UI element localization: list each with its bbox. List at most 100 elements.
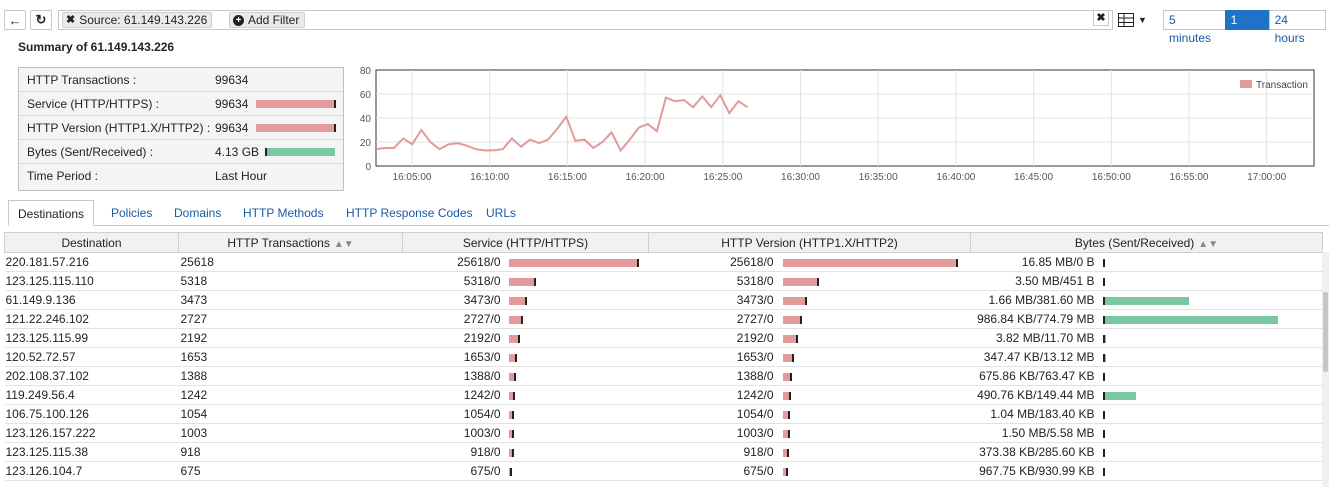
column-header-http-version[interactable]: HTTP Version (HTTP1.X/HTTP2) <box>648 232 971 253</box>
filter-chip[interactable]: ✖ Source: 61.149.143.226 <box>62 12 213 28</box>
cell-http-transactions: 918 <box>178 442 403 462</box>
time-range-1hour[interactable]: 1 hour <box>1224 10 1270 45</box>
refresh-button[interactable]: ↻ <box>30 10 52 30</box>
version-bar <box>782 258 958 267</box>
toolbar: ← ↻ ✖ Source: 61.149.143.226 + Add Filte… <box>4 6 1326 45</box>
summary-title: Summary of 61.149.143.226 <box>18 40 175 54</box>
cell-bytes: 347.47 KB/13.12 MB <box>970 347 1323 367</box>
sort-icon[interactable]: ▲▼ <box>334 239 354 250</box>
cell-service: 918/0 <box>402 442 649 462</box>
table-row[interactable]: 121.22.246.102 2727 2727/0 2727/0 986.84 KB/… <box>4 309 1323 329</box>
cell-http-transactions: 1653 <box>178 347 403 367</box>
x-tick-label: 16:05:00 <box>393 172 432 183</box>
cell-http-transactions: 3473 <box>178 290 403 310</box>
cell-destination[interactable]: 202.108.37.102 <box>4 366 179 386</box>
summary-label: HTTP Transactions : <box>27 73 137 87</box>
cell-bytes: 1.66 MB/381.60 MB <box>970 290 1323 310</box>
tab-policies[interactable]: Policies <box>102 200 161 226</box>
cell-service: 25618/0 <box>402 252 649 272</box>
service-value: 25618/0 <box>457 255 501 269</box>
service-value: 1388/0 <box>463 369 501 383</box>
cell-bytes: 675.86 KB/763.47 KB <box>970 366 1323 386</box>
bytes-bar <box>1102 353 1106 362</box>
table-row[interactable]: 220.181.57.216 25618 25618/0 25618/0 16.85 M… <box>4 252 1323 272</box>
summary-value: 99634 <box>215 97 249 111</box>
bytes-value: 1.66 MB/381.60 MB <box>988 293 1095 307</box>
sort-icon[interactable]: ▲▼ <box>1198 239 1218 250</box>
column-header-bytes[interactable]: Bytes (Sent/Received) ▲▼ <box>970 232 1323 253</box>
bytes-value: 1.04 MB/183.40 KB <box>990 407 1095 421</box>
column-header-destination[interactable]: Destination <box>4 232 179 253</box>
cell-destination[interactable]: 220.181.57.216 <box>4 252 179 272</box>
table-row[interactable]: 123.125.115.110 5318 5318/0 5318/0 3.50 MB/4… <box>4 271 1323 291</box>
service-bar <box>508 391 515 400</box>
cell-http-transactions: 1003 <box>178 423 403 443</box>
legend-swatch <box>1240 80 1252 88</box>
scrollbar[interactable] <box>1322 252 1329 487</box>
table-row[interactable]: 123.126.157.222 1003 1003/0 1003/0 1.50 MB/5… <box>4 423 1323 443</box>
table-row[interactable]: 123.125.115.38 918 918/0 918/0 373.38 KB/285… <box>4 442 1323 462</box>
cell-destination[interactable]: 120.52.72.57 <box>4 347 179 367</box>
table-header-row: Destination HTTP Transactions ▲▼ Service … <box>4 232 1323 253</box>
bytes-value: 3.50 MB/451 B <box>1015 274 1095 288</box>
time-range-24hours[interactable]: 24 hours <box>1268 10 1326 45</box>
add-filter-button[interactable]: + Add Filter <box>229 12 306 28</box>
cell-http-transactions: 25618 <box>178 252 403 272</box>
y-tick-label: 80 <box>360 66 372 77</box>
cell-destination[interactable]: 123.125.115.38 <box>4 442 179 462</box>
cell-destination[interactable]: 123.126.157.222 <box>4 423 179 443</box>
x-tick-label: 16:40:00 <box>936 172 975 183</box>
cell-destination[interactable]: 119.249.56.4 <box>4 385 179 405</box>
bytes-bar <box>1102 448 1105 457</box>
cell-destination[interactable]: 121.22.246.102 <box>4 309 179 329</box>
tab-urls[interactable]: URLs <box>477 200 525 226</box>
x-tick-label: 17:00:00 <box>1247 172 1286 183</box>
cell-destination[interactable]: 123.125.115.99 <box>4 328 179 348</box>
table-row[interactable]: 61.149.9.136 3473 3473/0 3473/0 1.66 MB/381.… <box>4 290 1323 310</box>
cell-service: 2727/0 <box>402 309 649 329</box>
table-row[interactable]: 123.125.115.99 2192 2192/0 2192/0 3.82 MB/11… <box>4 328 1323 348</box>
column-header-http-transactions[interactable]: HTTP Transactions ▲▼ <box>178 232 403 253</box>
cell-service: 5318/0 <box>402 271 649 291</box>
table-row[interactable]: 202.108.37.102 1388 1388/0 1388/0 675.86 KB/… <box>4 366 1323 386</box>
table-row[interactable]: 106.75.100.126 1054 1054/0 1054/0 1.04 MB/18… <box>4 404 1323 424</box>
column-settings-button[interactable]: ▼ <box>1118 10 1158 30</box>
x-tick-label: 16:20:00 <box>626 172 665 183</box>
service-bar <box>508 410 514 419</box>
table-row[interactable]: 120.52.72.57 1653 1653/0 1653/0 347.47 KB/13… <box>4 347 1323 367</box>
version-bar <box>782 372 792 381</box>
x-tick-label: 16:55:00 <box>1170 172 1209 183</box>
x-tick-label: 16:10:00 <box>470 172 509 183</box>
table-row[interactable]: 123.126.104.7 675 675/0 675/0 967.75 KB/930.… <box>4 461 1323 481</box>
cell-destination[interactable]: 123.126.104.7 <box>4 461 179 481</box>
cell-bytes: 1.50 MB/5.58 MB <box>970 423 1323 443</box>
scrollbar-thumb[interactable] <box>1323 292 1328 372</box>
cell-destination[interactable]: 106.75.100.126 <box>4 404 179 424</box>
summary-value: 99634 <box>215 121 249 135</box>
refresh-icon: ↻ <box>35 12 47 27</box>
service-value: 675/0 <box>470 464 501 478</box>
tab-destinations[interactable]: Destinations <box>8 200 95 226</box>
summary-version-bar <box>256 124 336 132</box>
service-value: 1054/0 <box>463 407 501 421</box>
bytes-bar <box>1102 277 1105 286</box>
tab-http-response-codes[interactable]: HTTP Response Codes <box>337 200 482 226</box>
bytes-bar <box>1102 410 1105 419</box>
tab-http-methods[interactable]: HTTP Methods <box>234 200 332 226</box>
tab-domains[interactable]: Domains <box>165 200 230 226</box>
filter-bar[interactable]: ✖ Source: 61.149.143.226 + Add Filter <box>58 10 1113 30</box>
column-header-service[interactable]: Service (HTTP/HTTPS) <box>402 232 649 253</box>
plus-circle-icon: + <box>233 14 244 26</box>
remove-filter-icon[interactable]: ✖ <box>66 13 75 27</box>
cell-destination[interactable]: 61.149.9.136 <box>4 290 179 310</box>
table-row[interactable]: 119.249.56.4 1242 1242/0 1242/0 490.76 KB/14… <box>4 385 1323 405</box>
version-value: 675/0 <box>743 464 774 478</box>
summary-panel: HTTP Transactions : 99634 Service (HTTP/… <box>18 67 344 191</box>
cell-http-version: 2192/0 <box>648 328 971 348</box>
cell-bytes: 3.50 MB/451 B <box>970 271 1323 291</box>
time-range-5min[interactable]: 5 minutes <box>1163 10 1226 45</box>
version-value: 1003/0 <box>736 426 774 440</box>
cell-destination[interactable]: 123.125.115.110 <box>4 271 179 291</box>
clear-filters-button[interactable]: ✖ <box>1093 10 1109 26</box>
back-button[interactable]: ← <box>4 10 26 30</box>
